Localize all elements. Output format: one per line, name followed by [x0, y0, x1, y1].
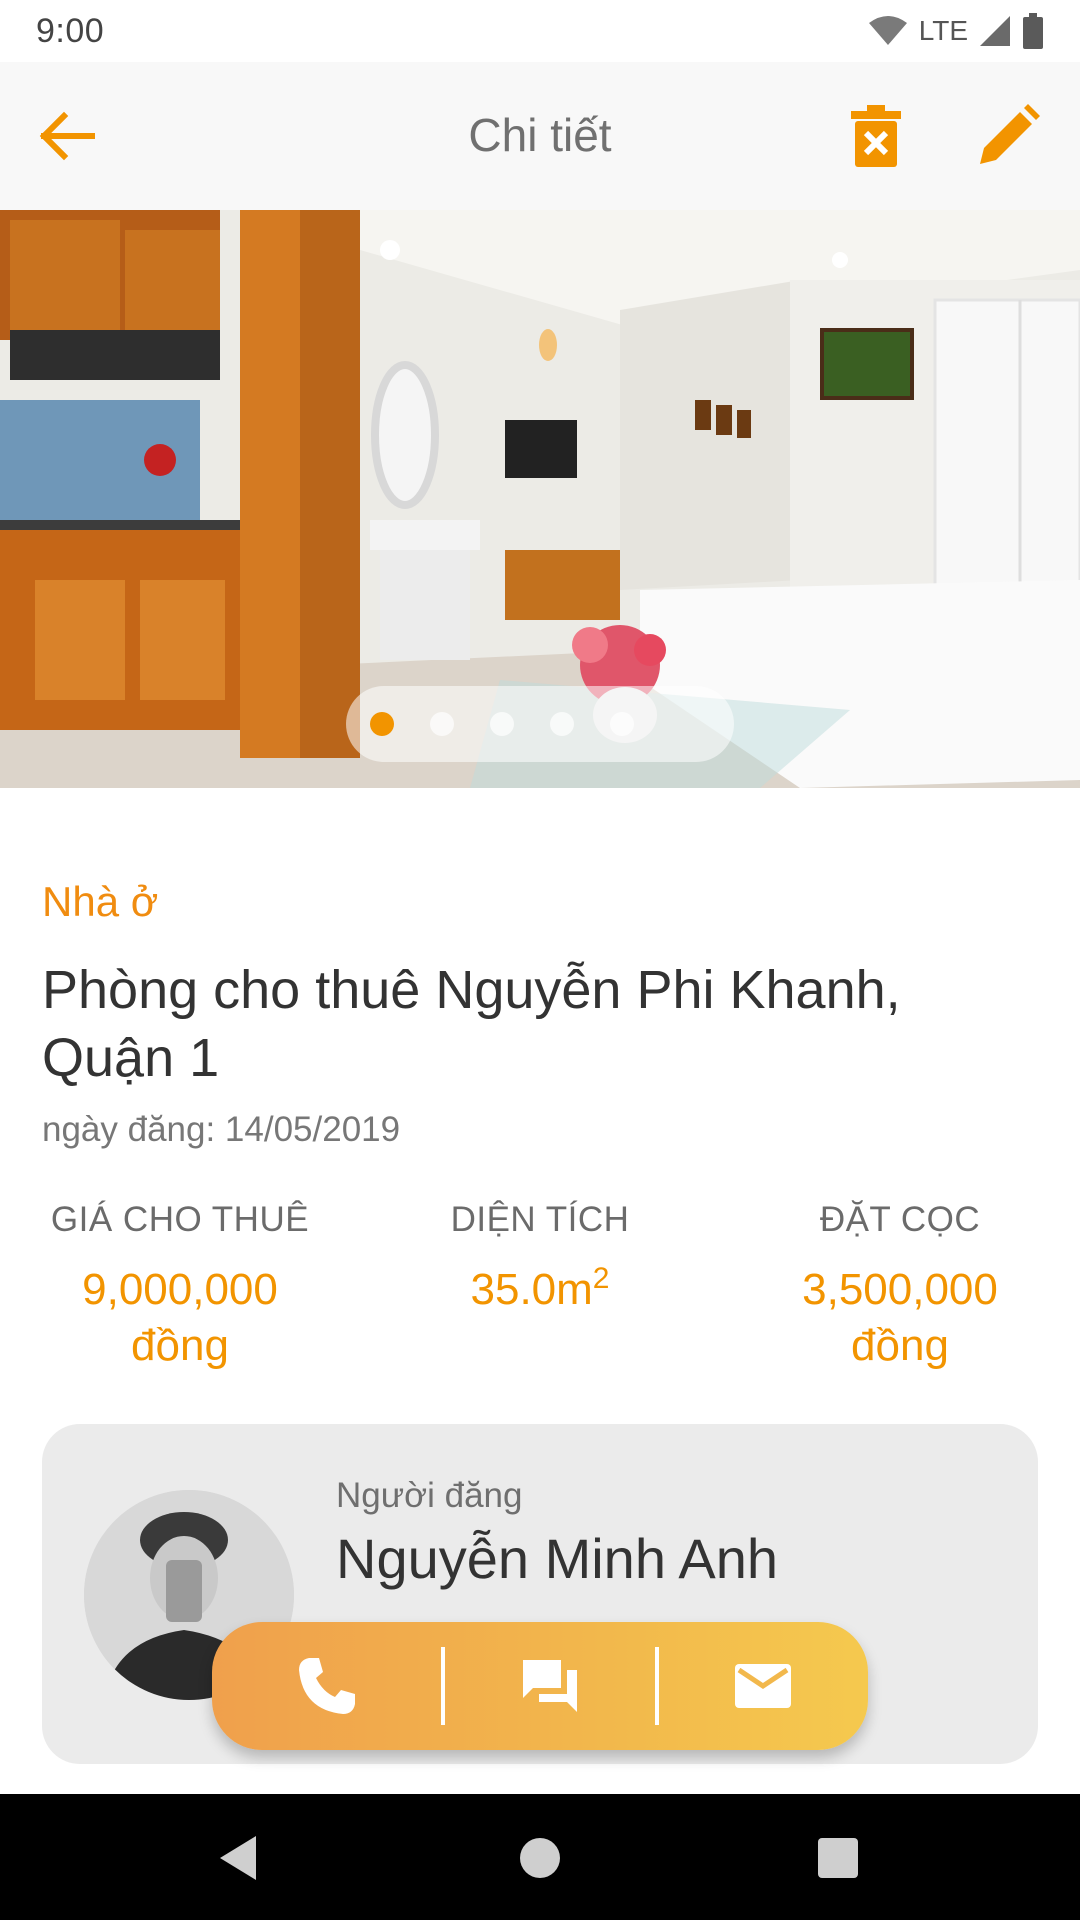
back-triangle-icon — [220, 1836, 256, 1880]
gallery-dot[interactable] — [430, 712, 454, 736]
area-label: DIỆN TÍCH — [450, 1200, 630, 1239]
status-icons: LTE — [867, 13, 1044, 49]
chat-button[interactable] — [445, 1622, 654, 1750]
status-bar: 9:00 LTE — [0, 0, 1080, 62]
chat-icon — [522, 1660, 577, 1712]
gallery-dot[interactable] — [370, 712, 394, 736]
gallery-indicator — [346, 686, 734, 762]
status-time: 9:00 — [36, 11, 105, 50]
area-unit-sup: 2 — [592, 1262, 610, 1295]
area-value: 35.0m2 — [360, 1262, 720, 1318]
nav-back-button[interactable] — [208, 1828, 268, 1888]
gallery-dot[interactable] — [490, 712, 514, 736]
delete-icon — [851, 105, 901, 167]
system-nav-bar — [0, 1794, 1080, 1920]
deposit-label: ĐẶT CỌC — [819, 1200, 981, 1239]
network-type: LTE — [918, 15, 968, 46]
deposit-stat: ĐẶT CỌC 3,500,000 đồng — [720, 1200, 1080, 1374]
app-bar: Chi tiết — [0, 62, 1080, 210]
poster-label: Người đăng — [336, 1476, 523, 1515]
delete-button[interactable] — [840, 100, 912, 172]
area-stat: DIỆN TÍCH 35.0m2 — [360, 1200, 720, 1374]
posted-date: ngày đăng: 14/05/2019 — [42, 1110, 401, 1149]
listing-category: Nhà ở — [42, 878, 159, 925]
gallery-dot[interactable] — [550, 712, 574, 736]
poster-name: Nguyễn Minh Anh — [336, 1527, 779, 1590]
call-button[interactable] — [212, 1622, 441, 1750]
wifi-icon — [868, 16, 907, 45]
gallery-dot[interactable] — [610, 712, 634, 736]
listing-title: Phòng cho thuê Nguyễn Phi Khanh, Quận 1 — [42, 960, 901, 1088]
battery-icon — [1023, 13, 1043, 49]
price-value: 9,000,000 đồng — [82, 1265, 278, 1370]
pencil-icon — [980, 104, 1040, 164]
price-stat: GIÁ CHO THUÊ 9,000,000 đồng — [0, 1200, 360, 1374]
phone-icon — [298, 1658, 355, 1714]
listing-stats: GIÁ CHO THUÊ 9,000,000 đồng DIỆN TÍCH 35… — [0, 1200, 1080, 1374]
area-number: 35.0m — [470, 1265, 593, 1314]
signal-icon — [980, 16, 1010, 46]
nav-home-button[interactable] — [510, 1828, 570, 1888]
home-circle-icon — [520, 1838, 560, 1878]
contact-action-bar — [212, 1622, 868, 1750]
mail-button[interactable] — [659, 1622, 868, 1750]
deposit-value: 3,500,000 đồng — [802, 1265, 998, 1370]
price-label: GIÁ CHO THUÊ — [50, 1200, 310, 1239]
nav-recents-button[interactable] — [808, 1828, 868, 1888]
page-title: Chi tiết — [468, 109, 612, 161]
edit-button[interactable] — [972, 100, 1044, 172]
mail-icon — [735, 1664, 792, 1708]
recents-square-icon — [818, 1838, 858, 1878]
